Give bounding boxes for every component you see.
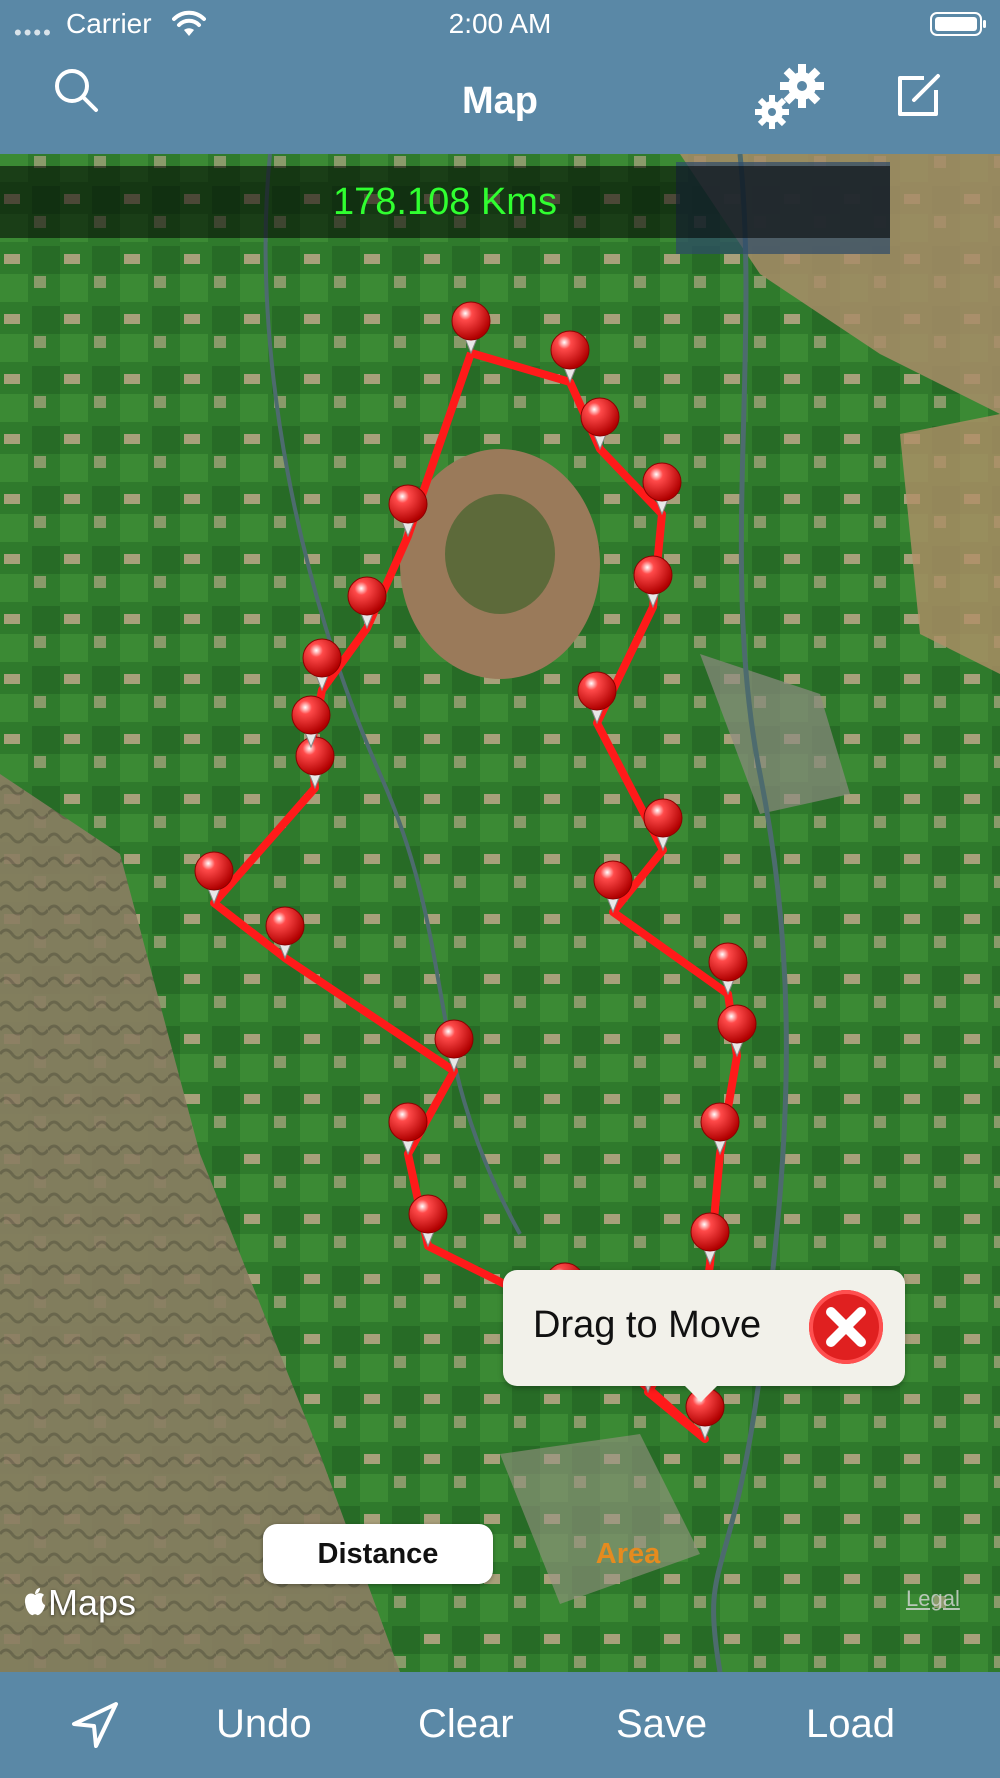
map-view[interactable]: 178.108 Kms Drag to Move Distance Area M… xyxy=(0,154,1000,1672)
legal-link[interactable]: Legal xyxy=(906,1586,960,1612)
map-pin[interactable] xyxy=(347,576,387,630)
battery-icon xyxy=(930,12,986,36)
map-pin[interactable] xyxy=(633,555,673,609)
pins-layer xyxy=(194,301,757,1441)
map-pin[interactable] xyxy=(690,1212,730,1266)
map-pin[interactable] xyxy=(580,397,620,451)
close-icon[interactable] xyxy=(809,1290,883,1364)
map-pin[interactable] xyxy=(194,851,234,905)
map-pin[interactable] xyxy=(643,798,683,852)
maps-label: Maps xyxy=(48,1582,137,1623)
bottom-toolbar: Undo Clear Save Load xyxy=(0,1672,1000,1778)
undo-button[interactable]: Undo xyxy=(216,1702,312,1747)
callout-label: Drag to Move xyxy=(533,1304,762,1346)
map-pin[interactable] xyxy=(577,671,617,725)
map-pin[interactable] xyxy=(451,301,491,355)
clear-button[interactable]: Clear xyxy=(418,1702,514,1747)
map-pin[interactable] xyxy=(717,1004,757,1058)
compose-icon[interactable] xyxy=(894,70,944,120)
map-pin[interactable] xyxy=(408,1194,448,1248)
apple-icon xyxy=(25,1588,45,1616)
map-pin[interactable] xyxy=(593,860,633,914)
map-pin[interactable] xyxy=(642,462,682,516)
map-pin[interactable] xyxy=(302,638,342,692)
map-pin[interactable] xyxy=(388,1102,428,1156)
navigation-bar: Map xyxy=(0,50,1000,154)
load-button[interactable]: Load xyxy=(806,1702,895,1747)
map-pin[interactable] xyxy=(295,736,335,790)
page-title: Map xyxy=(462,80,538,122)
drag-to-move-callout[interactable]: Drag to Move xyxy=(503,1270,905,1402)
distance-value: 178.108 Kms xyxy=(333,181,557,223)
map-pin[interactable] xyxy=(708,942,748,996)
map-pin[interactable] xyxy=(434,1019,474,1073)
location-arrow-icon[interactable] xyxy=(68,1698,122,1752)
map-pin[interactable] xyxy=(700,1102,740,1156)
apple-maps-logo: Maps xyxy=(22,1582,136,1624)
settings-gears-icon[interactable] xyxy=(750,58,830,138)
save-button[interactable]: Save xyxy=(616,1702,707,1747)
status-bar: •••• Carrier 2:00 AM xyxy=(0,0,1000,50)
distance-mode-button[interactable]: Distance xyxy=(263,1524,493,1584)
map-pin[interactable] xyxy=(550,330,590,384)
area-mode-button[interactable]: Area xyxy=(578,1524,678,1584)
map-pin[interactable] xyxy=(388,484,428,538)
distance-banner: 178.108 Kms xyxy=(0,166,890,238)
map-pin[interactable] xyxy=(265,906,305,960)
clock: 2:00 AM xyxy=(448,8,552,39)
